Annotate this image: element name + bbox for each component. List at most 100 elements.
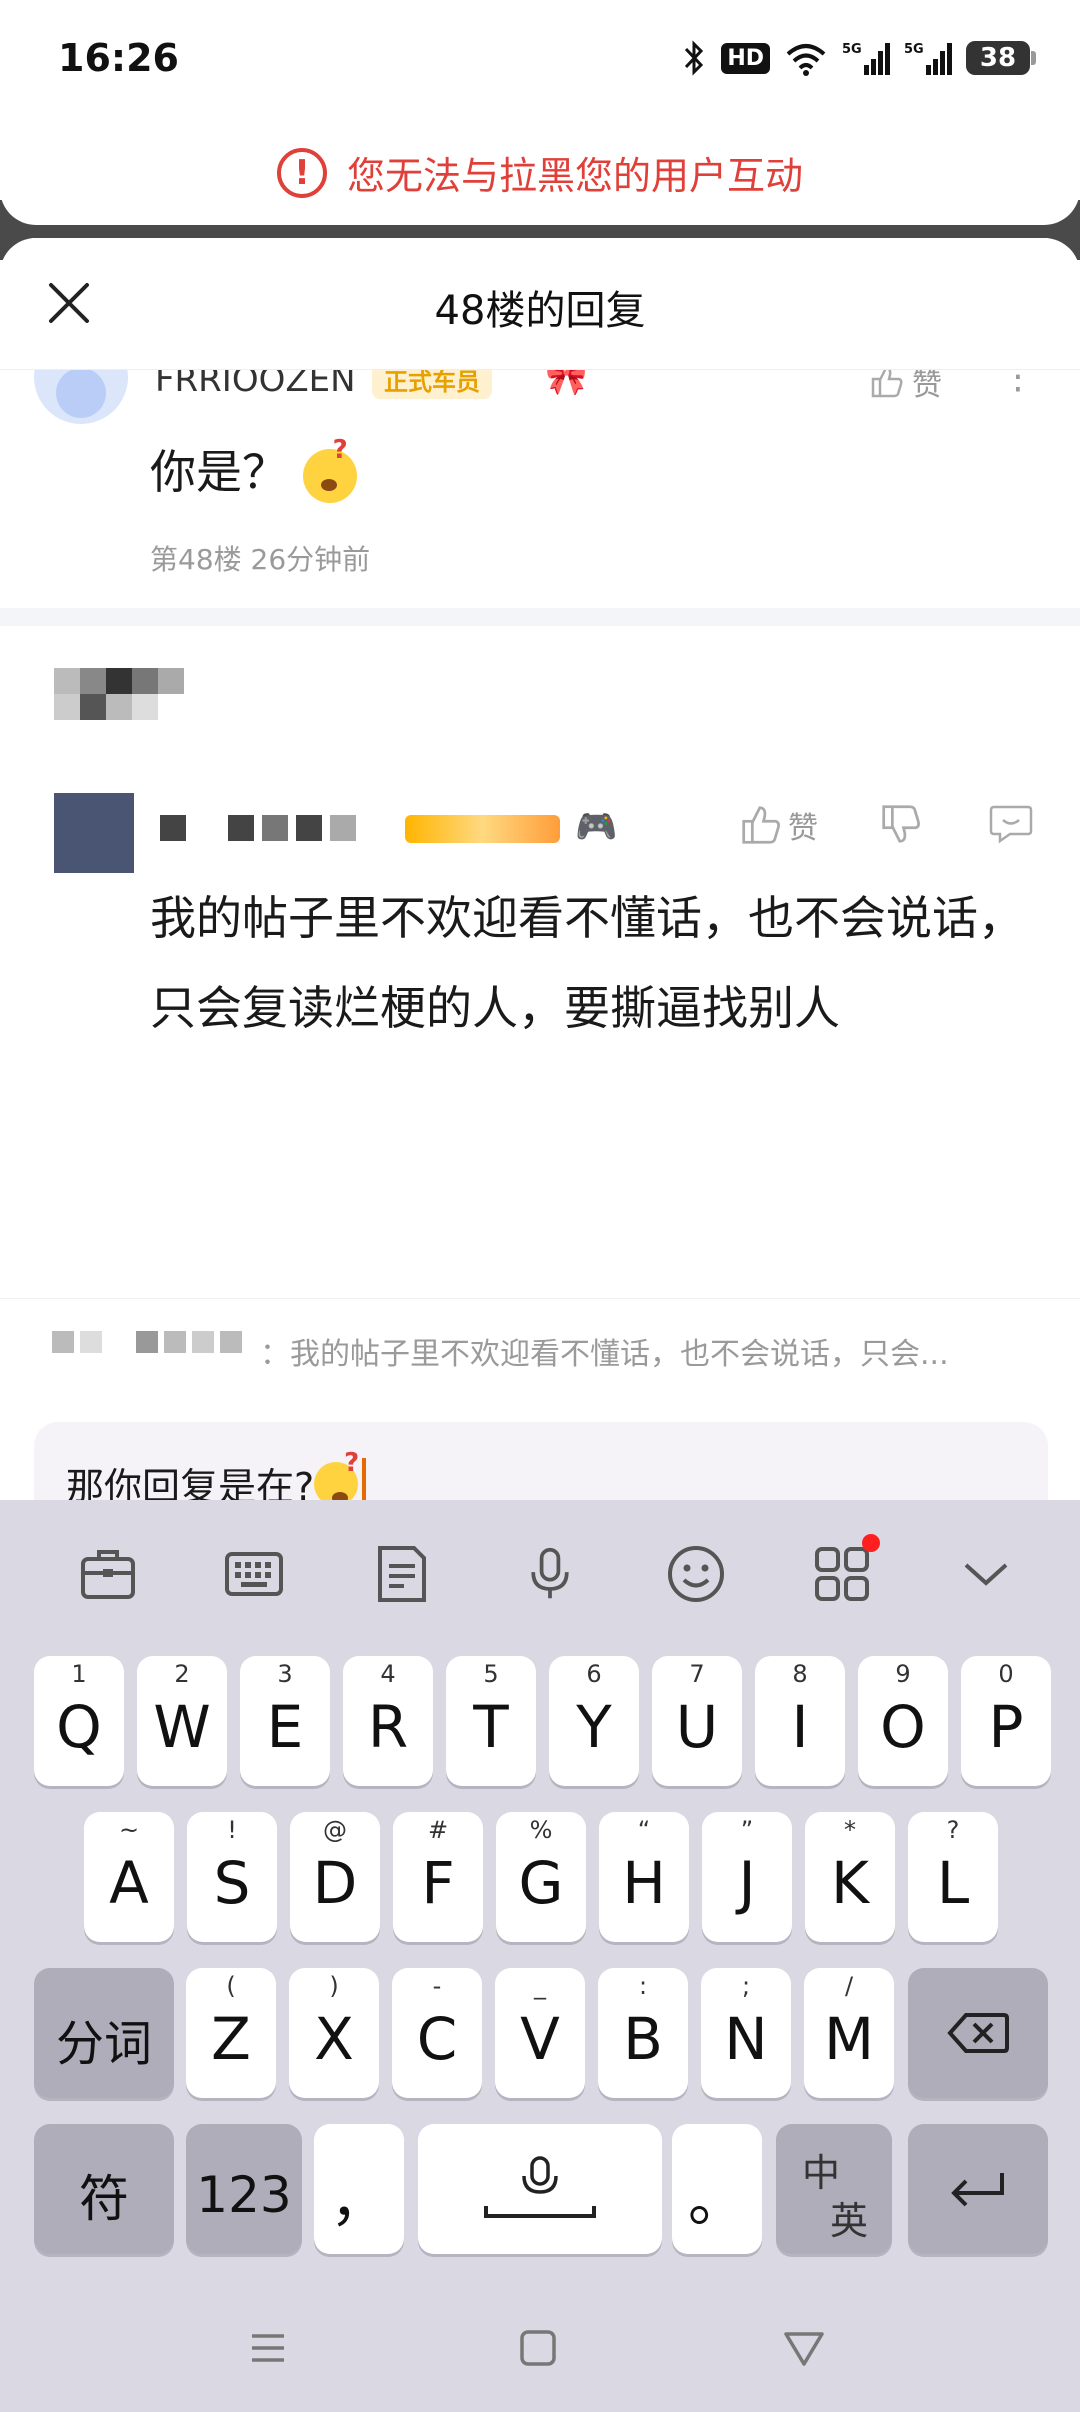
key-label: W — [153, 1693, 211, 1761]
more-apps-button[interactable] — [810, 1534, 880, 1606]
key-label: U — [675, 1693, 719, 1761]
home-button[interactable] — [508, 2318, 568, 2378]
key-f[interactable]: # F — [393, 1812, 483, 1942]
key-k[interactable]: * K — [805, 1812, 895, 1942]
key-c[interactable]: -C — [392, 1968, 482, 2098]
toast-message: 您无法与拉黑您的用户互动 — [346, 154, 803, 198]
like-button[interactable]: 赞 — [740, 803, 818, 847]
key-label: Z — [211, 2005, 251, 2073]
key-n[interactable]: ; N — [701, 1968, 791, 2098]
divider — [0, 608, 1080, 626]
avatar[interactable] — [54, 793, 134, 873]
number-key[interactable]: 123 — [186, 2124, 302, 2254]
key-e[interactable]: 3E — [240, 1656, 330, 1786]
key-x[interactable]: ) X — [289, 1968, 379, 2098]
key-hint: _ — [534, 1972, 546, 2000]
key-hint: ? — [946, 1816, 960, 1844]
key-r[interactable]: 4R — [343, 1656, 433, 1786]
key-label: E — [266, 1693, 304, 1761]
key-hint: “ — [637, 1816, 651, 1844]
key-label: 符 — [79, 2170, 129, 2228]
key-q[interactable]: 1Q — [34, 1656, 124, 1786]
reply-button[interactable] — [988, 803, 1034, 849]
key-hint: ( — [226, 1972, 236, 2000]
microphone-icon — [531, 1547, 569, 1599]
reply-input[interactable]: 那你回复是在? — [34, 1422, 1048, 1500]
enter-key[interactable] — [908, 2124, 1048, 2254]
clipboard-icon — [81, 1550, 135, 1599]
key-z[interactable]: (Z — [186, 1968, 276, 2098]
key-hint: / — [844, 1972, 854, 2000]
key-label: 123 — [196, 2166, 292, 2224]
key-label: M — [823, 2005, 875, 2073]
level-badge — [405, 815, 560, 843]
key-j[interactable]: ” J — [702, 1812, 792, 1942]
text-tool-button[interactable] — [370, 1542, 434, 1606]
clipboard-button[interactable] — [76, 1542, 140, 1606]
keyboard-emoji-button[interactable] — [664, 1542, 728, 1606]
key-label: K — [830, 1849, 870, 1917]
key-u[interactable]: 7U — [652, 1656, 742, 1786]
lang-top: 中 — [802, 2151, 841, 2195]
key-o[interactable]: 9O — [858, 1656, 948, 1786]
post-meta: 第48楼 26分钟前 — [150, 543, 371, 576]
thinking-emoji-icon — [302, 435, 357, 503]
input-text: 那你回复是在? — [66, 1465, 315, 1500]
key-a[interactable]: ~ A — [84, 1812, 174, 1942]
key-hint: 1 — [71, 1660, 87, 1688]
dislike-button[interactable] — [880, 803, 922, 849]
key-v[interactable]: _ V — [495, 1968, 585, 2098]
reply-input-value[interactable]: 那你回复是在? — [66, 1448, 367, 1500]
key-m[interactable]: / M — [804, 1968, 894, 2098]
status-bar: 16:26 HD 5G 5G 38 — [0, 0, 1080, 120]
comma-key[interactable]: ， — [314, 2124, 404, 2254]
key-hint: 7 — [689, 1660, 705, 1688]
lang-bottom: 英 — [830, 2199, 869, 2243]
composer: 那你回复是在? 发表 — [0, 1394, 1080, 1500]
key-g[interactable]: % G — [496, 1812, 586, 1942]
reply-username-mosaic — [160, 815, 356, 843]
key-label: A — [109, 1849, 149, 1917]
language-switch-key[interactable]: 中英 — [776, 2124, 892, 2254]
key-label: V — [520, 2005, 560, 2073]
main-post: FRRIOOZEN 正式车员 🎀 赞 ⋮ 你是？ 第48楼 26分钟前 — [0, 330, 1080, 606]
key-hint: ” — [740, 1816, 754, 1844]
post-content: 你是？ — [150, 435, 357, 503]
key-label: B — [623, 2005, 663, 2073]
key-t[interactable]: 5T — [446, 1656, 536, 1786]
voice-input-button[interactable] — [518, 1542, 582, 1606]
symbol-key[interactable]: 符 — [34, 2124, 174, 2254]
key-h[interactable]: “H — [599, 1812, 689, 1942]
back-button[interactable] — [774, 2318, 834, 2378]
key-hint: : — [638, 1972, 648, 2000]
period-key[interactable]: 。 — [672, 2124, 762, 2254]
hide-keyboard-button[interactable] — [954, 1542, 1018, 1606]
segment-key[interactable]: 分词 — [34, 1968, 174, 2098]
keyboard-switch-button[interactable] — [222, 1542, 286, 1606]
key-label: S — [213, 1849, 251, 1917]
space-key[interactable] — [418, 2124, 662, 2254]
key-l[interactable]: ? L — [908, 1812, 998, 1942]
key-i[interactable]: 8I — [755, 1656, 845, 1786]
key-hint: 2 — [174, 1660, 190, 1688]
key-hint: * — [844, 1816, 856, 1844]
alert-circle-icon: ! — [276, 147, 327, 198]
status-icons: HD 5G 5G 38 — [681, 38, 1036, 78]
key-w[interactable]: 2W — [137, 1656, 227, 1786]
comment-icon — [989, 805, 1033, 844]
backspace-key[interactable] — [908, 1968, 1048, 2098]
key-y[interactable]: 6Y — [549, 1656, 639, 1786]
back-triangle-icon — [784, 2332, 824, 2366]
key-d[interactable]: @ D — [290, 1812, 380, 1942]
gamepad-icon: 🎮 — [575, 807, 618, 847]
thumb-down-icon — [882, 805, 920, 843]
hd-icon: HD — [721, 42, 770, 74]
document-icon — [378, 1546, 426, 1602]
key-label: ， — [329, 2166, 388, 2234]
reply-target: ：我的帖子里不欢迎看不懂话，也不会说话，只会... — [0, 1298, 1080, 1394]
key-b[interactable]: :B — [598, 1968, 688, 2098]
key-s[interactable]: ! S — [187, 1812, 277, 1942]
menu-button[interactable] — [238, 2318, 298, 2378]
system-nav-bar — [0, 2290, 1080, 2412]
key-p[interactable]: 0P — [961, 1656, 1051, 1786]
